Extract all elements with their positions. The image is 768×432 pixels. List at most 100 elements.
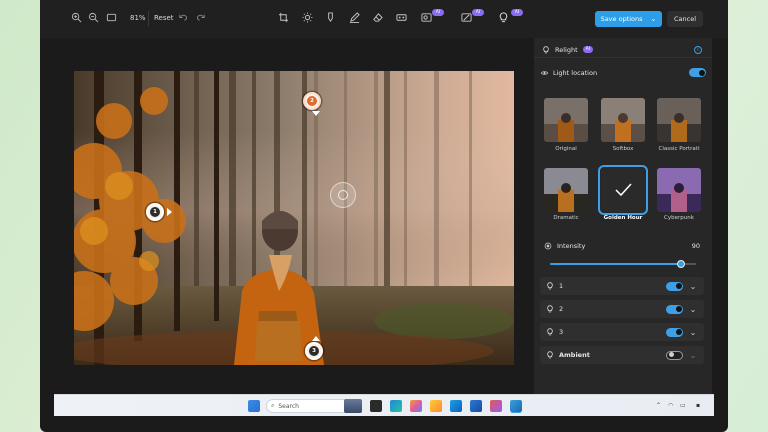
- chevron-down-icon[interactable]: ⌄: [688, 351, 698, 360]
- preset-label-original: Original: [555, 146, 577, 152]
- preset-original[interactable]: [544, 98, 588, 142]
- preset-cyberpunk[interactable]: [657, 168, 701, 212]
- intensity-slider-fill: [550, 263, 682, 265]
- light-1-toggle[interactable]: [666, 281, 683, 291]
- preset-classic-portrait[interactable]: [657, 98, 701, 142]
- intensity-label: Intensity: [557, 242, 586, 250]
- light-pin-3[interactable]: 3: [305, 342, 323, 360]
- light-row-2-label: 2: [559, 305, 564, 313]
- bulb-icon: [542, 45, 550, 54]
- edge-icon[interactable]: [390, 400, 402, 412]
- ai-badge: AI: [511, 9, 523, 16]
- ai-badge: AI: [432, 9, 444, 16]
- preset-label-softbox: Softbox: [612, 146, 634, 152]
- light-3-toggle[interactable]: [666, 327, 683, 337]
- forest-photo: [74, 71, 514, 365]
- wifi-icon[interactable]: ◠: [668, 402, 673, 409]
- light-location-toggle[interactable]: [689, 68, 706, 77]
- ambient-toggle[interactable]: [666, 350, 683, 360]
- crop-icon[interactable]: [277, 12, 289, 24]
- pin-direction-icon: [312, 111, 320, 116]
- filter-icon[interactable]: [395, 12, 407, 24]
- intensity-slider-thumb[interactable]: [677, 260, 686, 268]
- store-icon[interactable]: [470, 400, 482, 412]
- taskbar-search-placeholder: Search: [278, 402, 299, 410]
- bulb-icon: [546, 328, 554, 336]
- app-window: 81% Reset AI AI AI Save options ⌄ Cancel…: [40, 0, 728, 432]
- divider: [148, 11, 149, 26]
- panel-title: Relight: [555, 45, 578, 54]
- preset-dramatic[interactable]: [544, 168, 588, 212]
- task-view-icon[interactable]: [370, 400, 382, 412]
- crosshair-icon: [338, 190, 348, 200]
- copilot-icon[interactable]: [410, 400, 422, 412]
- info-icon[interactable]: i: [694, 45, 702, 54]
- cancel-button[interactable]: Cancel: [667, 11, 703, 27]
- ai-badge: AI: [472, 9, 484, 16]
- light-row-3[interactable]: 3 ⌄: [540, 323, 704, 341]
- undo-icon[interactable]: [177, 12, 189, 24]
- cancel-label: Cancel: [673, 15, 697, 23]
- chevron-down-icon: ⌄: [650, 15, 657, 23]
- zoom-in-icon[interactable]: [70, 12, 82, 24]
- toolbar: 81% Reset AI AI AI Save options ⌄ Cancel: [40, 0, 728, 38]
- pin-direction-icon: [312, 336, 320, 341]
- restyle-icon[interactable]: [460, 12, 472, 24]
- ai-badge: AI: [582, 46, 594, 53]
- zoom-level[interactable]: 81%: [130, 14, 146, 22]
- light-2-toggle[interactable]: [666, 304, 683, 314]
- erase-icon[interactable]: [371, 12, 383, 24]
- preset-golden-hour[interactable]: [598, 165, 648, 215]
- bulb-icon: [546, 351, 554, 359]
- preset-label-golden-hour: Golden Hour: [603, 215, 643, 221]
- light-center-target[interactable]: [330, 182, 356, 208]
- markup-icon[interactable]: [324, 12, 336, 24]
- zoom-out-icon[interactable]: [87, 12, 99, 24]
- light-row-3-label: 3: [559, 328, 564, 336]
- light-location-row: Light location: [540, 68, 706, 77]
- intensity-row: Intensity 90: [544, 242, 700, 250]
- eye-icon: [540, 69, 549, 77]
- photo[interactable]: 1 2 3: [74, 71, 514, 365]
- panel-header: Relight AI i: [534, 42, 712, 58]
- preset-softbox[interactable]: [601, 98, 645, 142]
- pin-direction-icon: [167, 208, 172, 216]
- light-row-ambient[interactable]: Ambient ⌄: [540, 346, 704, 364]
- relight-icon[interactable]: [497, 12, 509, 24]
- intensity-icon: [544, 242, 552, 250]
- background-icon[interactable]: [420, 12, 432, 24]
- reset-button[interactable]: Reset: [154, 14, 174, 22]
- fit-screen-icon[interactable]: [105, 12, 117, 24]
- battery-icon[interactable]: ▭: [680, 402, 686, 409]
- preset-label-dramatic: Dramatic: [553, 215, 579, 221]
- photos-icon[interactable]: [510, 400, 522, 412]
- light-pin-2[interactable]: 2: [303, 92, 321, 110]
- notification-icon[interactable]: ▪: [696, 402, 700, 409]
- start-icon[interactable]: [248, 400, 260, 412]
- intensity-value: 90: [691, 242, 700, 250]
- intensity-slider[interactable]: [550, 260, 696, 268]
- light-pin-2-label: 2: [307, 96, 317, 106]
- draw-icon[interactable]: [348, 12, 360, 24]
- light-pin-3-label: 3: [309, 346, 319, 356]
- relight-panel: Relight AI i Light location Original Sof…: [534, 38, 712, 394]
- light-row-ambient-label: Ambient: [559, 351, 590, 359]
- search-icon: ⌕: [271, 402, 275, 409]
- browser-icon[interactable]: [450, 400, 462, 412]
- preset-label-classic-portrait: Classic Portrait: [658, 146, 700, 152]
- light-row-2[interactable]: 2 ⌄: [540, 300, 704, 318]
- app-icon[interactable]: [490, 400, 502, 412]
- save-options-label: Save options: [600, 15, 643, 23]
- chevron-down-icon[interactable]: ⌄: [688, 282, 698, 291]
- tray-arrow-icon[interactable]: ⌃: [656, 402, 661, 409]
- chevron-down-icon[interactable]: ⌄: [688, 305, 698, 314]
- light-row-1[interactable]: 1 ⌄: [540, 277, 704, 295]
- light-pin-1[interactable]: 1: [146, 203, 164, 221]
- save-options-button[interactable]: Save options ⌄: [595, 11, 662, 27]
- redo-icon[interactable]: [194, 12, 206, 24]
- search-highlight-icon: [344, 399, 362, 413]
- adjust-icon[interactable]: [301, 12, 313, 24]
- chevron-down-icon[interactable]: ⌄: [688, 328, 698, 337]
- preset-label-cyberpunk: Cyberpunk: [664, 215, 694, 221]
- file-explorer-icon[interactable]: [430, 400, 442, 412]
